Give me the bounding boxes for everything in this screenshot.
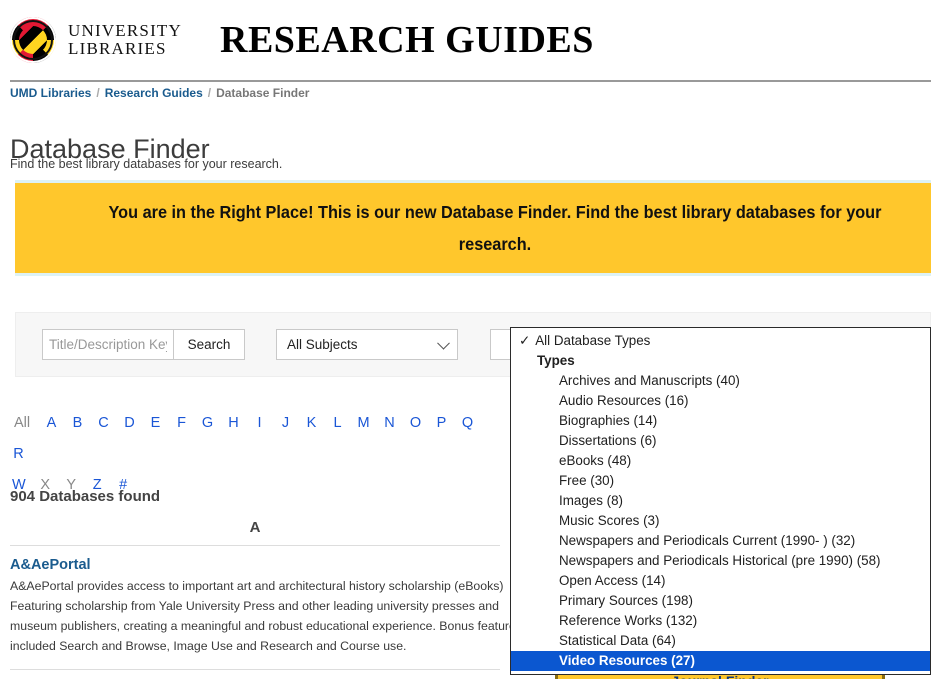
alpha-link-a[interactable]: A — [45, 408, 58, 439]
dropdown-option-label: All Database Types — [535, 333, 651, 348]
alpha-link-h[interactable]: H — [227, 408, 240, 439]
dropdown-option-images[interactable]: Images (8) — [511, 491, 930, 511]
dropdown-option-free[interactable]: Free (30) — [511, 471, 930, 491]
wordmark-line-2: LIBRARIES — [68, 39, 167, 58]
libraries-wordmark: UNIVERSITY LIBRARIES — [68, 22, 182, 58]
dropdown-option-newspapers-current[interactable]: Newspapers and Periodicals Current (1990… — [511, 531, 930, 551]
alpha-link-b[interactable]: B — [71, 408, 84, 439]
breadcrumb-separator-1: / — [96, 86, 100, 100]
breadcrumb-link-research-guides[interactable]: Research Guides — [105, 86, 203, 100]
header-divider — [10, 80, 931, 82]
alpha-link-k[interactable]: K — [305, 408, 318, 439]
alpha-link-j[interactable]: J — [279, 408, 292, 439]
alpha-link-p[interactable]: P — [435, 408, 448, 439]
dropdown-option-music-scores[interactable]: Music Scores (3) — [511, 511, 930, 531]
letter-section-divider — [10, 545, 500, 546]
page-root: UNIVERSITY LIBRARIES RESEARCH GUIDES UMD… — [0, 0, 931, 679]
list-divider — [10, 668, 500, 670]
result-count: 904 Databases found — [10, 488, 161, 505]
alpha-link-c[interactable]: C — [97, 408, 110, 439]
alpha-link-r[interactable]: R — [12, 439, 25, 470]
dropdown-option-biographies[interactable]: Biographies (14) — [511, 411, 930, 431]
alpha-link-e[interactable]: E — [149, 408, 162, 439]
database-description: A&AePortal provides access to important … — [10, 579, 522, 653]
database-type-dropdown-list[interactable]: ✓ All Database Types Types Archives and M… — [510, 327, 931, 675]
dropdown-option-statistical-data[interactable]: Statistical Data (64) — [511, 631, 930, 651]
dropdown-option-reference-works[interactable]: Reference Works (132) — [511, 611, 930, 631]
breadcrumb: UMD Libraries / Research Guides / Database F… — [10, 86, 309, 100]
chevron-down-icon — [437, 336, 450, 350]
alpha-link-o[interactable]: O — [409, 408, 422, 439]
list-item: A&AePortal A&AePortal provides access to… — [10, 557, 540, 657]
alpha-link-g[interactable]: G — [201, 408, 214, 439]
dropdown-option-newspapers-historical[interactable]: Newspapers and Periodicals Historical (p… — [511, 551, 930, 571]
alpha-link-i[interactable]: I — [253, 408, 266, 439]
alpha-link-all[interactable]: All — [12, 408, 32, 439]
subject-select-value: All Subjects — [287, 337, 358, 352]
wordmark-line-1: UNIVERSITY — [68, 21, 182, 41]
umd-libraries-logo[interactable]: UNIVERSITY LIBRARIES — [10, 17, 182, 63]
dropdown-option-all-database-types[interactable]: ✓ All Database Types — [511, 331, 930, 351]
dropdown-option-primary-sources[interactable]: Primary Sources (198) — [511, 591, 930, 611]
letter-section-heading: A — [249, 519, 261, 536]
search-input[interactable] — [42, 329, 174, 360]
dropdown-option-archives-and-manuscripts[interactable]: Archives and Manuscripts (40) — [511, 371, 930, 391]
breadcrumb-separator-2: / — [207, 86, 212, 100]
checkmark-icon: ✓ — [519, 333, 531, 348]
database-title-link[interactable]: A&AePortal — [10, 557, 540, 573]
announcement-banner-text: You are in the Right Place! This is our … — [108, 201, 882, 254]
dropdown-option-audio-resources[interactable]: Audio Resources (16) — [511, 391, 930, 411]
dropdown-option-dissertations[interactable]: Dissertations (6) — [511, 431, 930, 451]
search-button[interactable]: Search — [174, 329, 245, 360]
dropdown-option-ebooks[interactable]: eBooks (48) — [511, 451, 930, 471]
database-list: A&AePortal A&AePortal provides access to… — [10, 557, 540, 679]
alpha-link-l[interactable]: L — [331, 408, 344, 439]
alpha-link-n[interactable]: N — [383, 408, 396, 439]
site-title: RESEARCH GUIDES — [220, 19, 594, 61]
breadcrumb-link-umd-libraries[interactable]: UMD Libraries — [10, 86, 91, 100]
dropdown-group-label-types: Types — [537, 353, 575, 368]
site-header: UNIVERSITY LIBRARIES RESEARCH GUIDES — [0, 0, 931, 80]
alpha-link-m[interactable]: M — [357, 408, 370, 439]
alpha-link-q[interactable]: Q — [461, 408, 474, 439]
alpha-link-d[interactable]: D — [123, 408, 136, 439]
dropdown-option-video-resources[interactable]: Video Resources (27) — [511, 651, 930, 671]
dropdown-option-open-access[interactable]: Open Access (14) — [511, 571, 930, 591]
umd-seal-icon — [10, 17, 56, 63]
page-subtitle: Find the best library databases for your… — [10, 157, 283, 171]
subject-select[interactable]: All Subjects — [276, 329, 458, 360]
announcement-banner: You are in the Right Place! This is our … — [15, 180, 931, 276]
breadcrumb-current: Database Finder — [216, 86, 310, 100]
alpha-link-f[interactable]: F — [175, 408, 188, 439]
